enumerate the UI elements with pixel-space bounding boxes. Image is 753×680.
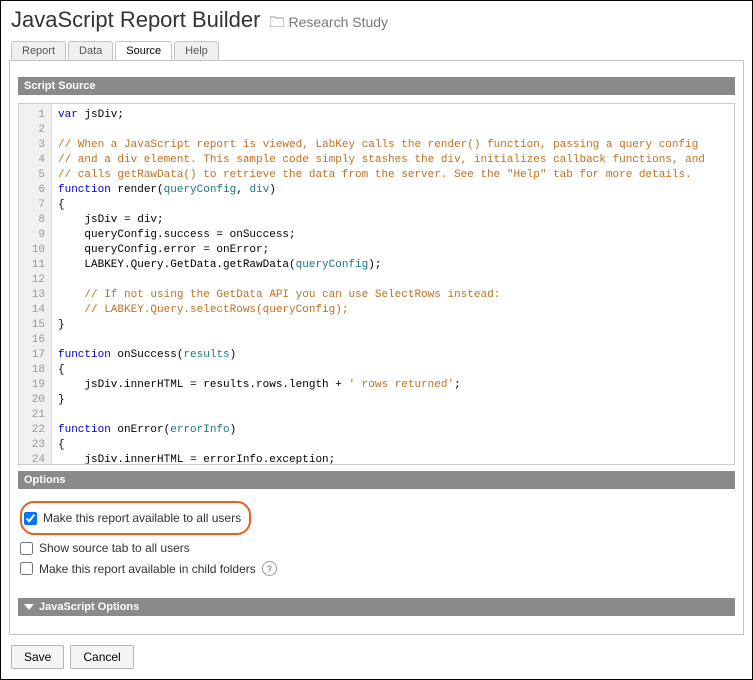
- checkbox-available-child-folders[interactable]: [20, 562, 33, 575]
- folder-icon: [270, 14, 284, 30]
- code-editor[interactable]: 1234567891011121314151617181920212223242…: [18, 103, 735, 465]
- page-title: JavaScript Report Builder: [11, 7, 260, 33]
- tab-report[interactable]: Report: [11, 41, 66, 60]
- script-source-header: Script Source: [18, 77, 735, 95]
- checkbox-show-source-tab[interactable]: [20, 542, 33, 555]
- tab-help[interactable]: Help: [174, 41, 219, 60]
- option-label: Show source tab to all users: [39, 541, 190, 555]
- option-show-source-tab[interactable]: Show source tab to all users: [20, 541, 733, 555]
- js-options-header[interactable]: JavaScript Options: [18, 598, 735, 616]
- breadcrumb[interactable]: Research Study: [270, 14, 388, 30]
- tab-data[interactable]: Data: [68, 41, 113, 60]
- tab-bar: Report Data Source Help: [11, 41, 744, 60]
- option-available-all-users[interactable]: Make this report available to all users: [24, 511, 241, 525]
- js-options-label: JavaScript Options: [39, 601, 139, 613]
- folder-name: Research Study: [288, 14, 388, 30]
- line-gutter: 1234567891011121314151617181920212223242…: [19, 104, 52, 464]
- save-button[interactable]: Save: [11, 645, 64, 669]
- tab-source[interactable]: Source: [115, 41, 172, 60]
- option-label: Make this report available in child fold…: [39, 562, 256, 576]
- checkbox-available-all-users[interactable]: [24, 512, 37, 525]
- option-available-child-folders[interactable]: Make this report available in child fold…: [20, 561, 733, 576]
- options-header: Options: [18, 471, 735, 489]
- code-area[interactable]: var jsDiv; // When a JavaScript report i…: [52, 104, 734, 464]
- chevron-down-icon: [24, 604, 34, 610]
- cancel-button[interactable]: Cancel: [70, 645, 133, 669]
- option-label: Make this report available to all users: [43, 511, 241, 525]
- help-icon[interactable]: ?: [262, 561, 277, 576]
